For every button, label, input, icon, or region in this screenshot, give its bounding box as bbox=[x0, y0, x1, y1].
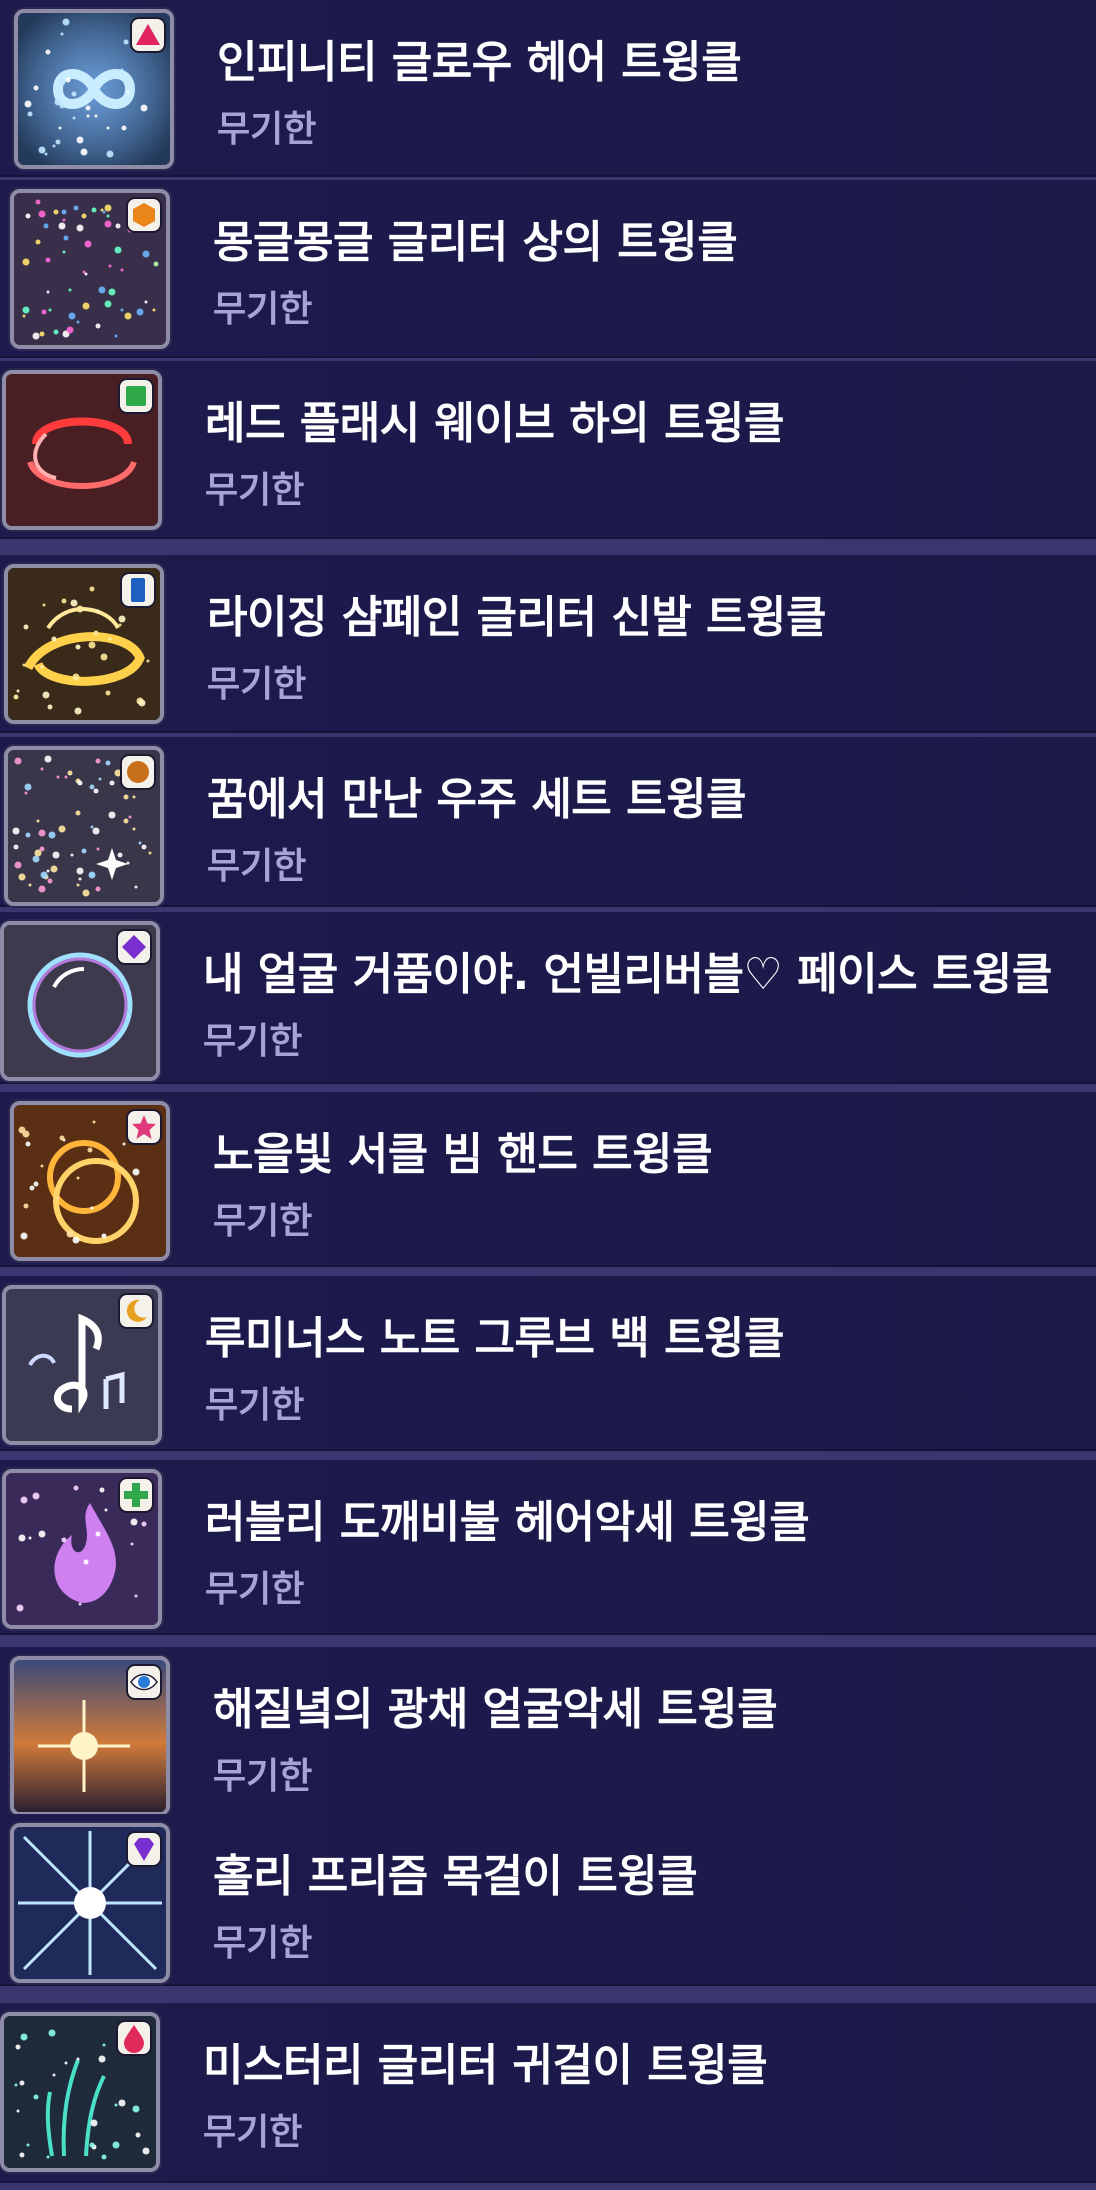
item-duration: 무기한 bbox=[207, 664, 307, 705]
item-name: 몽글몽글 글리터 상의 트윙클 bbox=[213, 217, 738, 268]
green-clover-badge bbox=[120, 1479, 152, 1511]
item-name: 해질녘의 광채 얼굴악세 트윙클 bbox=[213, 1684, 778, 1735]
hexagon-gem-badge bbox=[128, 199, 160, 231]
item-name: 노을빛 서클 빔 핸드 트윙클 bbox=[213, 1129, 713, 1180]
red-flash-wave-icon bbox=[2, 370, 162, 530]
music-note-icon bbox=[2, 1285, 162, 1445]
pink-star-badge bbox=[128, 1111, 160, 1143]
sunset-radiance-icon bbox=[10, 1656, 170, 1816]
item-duration: 무기한 bbox=[213, 1923, 313, 1964]
list-item[interactable]: 내 얼굴 거품이야. 언빌리버블♡ 페이스 트윙클무기한 bbox=[0, 912, 1096, 1084]
item-duration: 무기한 bbox=[205, 1569, 305, 1610]
item-name: 러블리 도깨비불 헤어악세 트윙클 bbox=[205, 1497, 810, 1548]
list-item[interactable]: 레드 플래시 웨이브 하의 트윙클무기한 bbox=[0, 361, 1096, 539]
purple-gem-badge bbox=[128, 1833, 160, 1865]
cosmic-sparkles-icon bbox=[4, 746, 164, 906]
sunset-circle-beam-icon bbox=[10, 1101, 170, 1261]
pink-drop-gem-badge bbox=[118, 2022, 150, 2054]
list-item[interactable]: 홀리 프리즘 목걸이 트윙클무기한 bbox=[0, 1814, 1096, 1986]
item-name: 인피니티 글로우 헤어 트윙클 bbox=[217, 37, 742, 88]
item-name: 꿈에서 만난 우주 세트 트윙클 bbox=[207, 774, 747, 825]
item-duration: 무기한 bbox=[213, 289, 313, 330]
holy-prism-burst-icon bbox=[10, 1823, 170, 1983]
champagne-swirl-icon bbox=[4, 564, 164, 724]
item-duration: 무기한 bbox=[203, 1021, 303, 1062]
item-name: 미스터리 글리터 귀걸이 트윙클 bbox=[203, 2040, 768, 2091]
list-item[interactable]: 꿈에서 만난 우주 세트 트윙클무기한 bbox=[0, 737, 1096, 907]
item-duration: 무기한 bbox=[207, 846, 307, 887]
item-name: 홀리 프리즘 목걸이 트윙클 bbox=[213, 1851, 698, 1902]
purple-diamond-gem-badge bbox=[118, 931, 150, 963]
item-duration: 무기한 bbox=[213, 1756, 313, 1797]
crescent-moon-badge bbox=[120, 1295, 152, 1327]
pink-flame-icon bbox=[2, 1469, 162, 1629]
list-item[interactable]: 몽글몽글 글리터 상의 트윙클무기한 bbox=[0, 180, 1096, 358]
amber-round-gem-badge bbox=[122, 756, 154, 788]
item-name: 내 얼굴 거품이야. 언빌리버블♡ 페이스 트윙클 bbox=[203, 949, 1052, 1000]
list-item[interactable]: 러블리 도깨비불 헤어악세 트윙클무기한 bbox=[0, 1460, 1096, 1635]
item-list: 인피니티 글로우 헤어 트윙클 무기한 몽글몽글 글리터 상의 트윙클 무기한 레드 … bbox=[0, 0, 1096, 2190]
list-item[interactable]: 라이징 샴페인 글리터 신발 트윙클무기한 bbox=[0, 555, 1096, 733]
bubble-icon bbox=[0, 921, 160, 1081]
blue-eye-badge bbox=[128, 1666, 160, 1698]
infinity-glow-icon bbox=[14, 9, 174, 169]
list-item[interactable]: 노을빛 서클 빔 핸드 트윙클무기한 bbox=[0, 1092, 1096, 1267]
triangle-gem-badge bbox=[132, 19, 164, 51]
item-duration: 무기한 bbox=[205, 470, 305, 511]
list-item[interactable]: 인피니티 글로우 헤어 트윙클무기한 bbox=[0, 0, 1096, 177]
teal-glitter-icon bbox=[0, 2012, 160, 2172]
item-duration: 무기한 bbox=[217, 109, 317, 150]
list-item[interactable]: 미스터리 글리터 귀걸이 트윙클무기한 bbox=[0, 2003, 1096, 2183]
item-duration: 무기한 bbox=[205, 1385, 305, 1426]
item-name: 레드 플래시 웨이브 하의 트윙클 bbox=[205, 398, 785, 449]
list-item[interactable]: 루미너스 노트 그루브 백 트윙클무기한 bbox=[0, 1276, 1096, 1451]
green-square-gem-badge bbox=[120, 380, 152, 412]
blue-rectangle-gem-badge bbox=[122, 574, 154, 606]
item-name: 루미너스 노트 그루브 백 트윙클 bbox=[205, 1313, 785, 1364]
item-name: 라이징 샴페인 글리터 신발 트윙클 bbox=[207, 592, 827, 643]
item-duration: 무기한 bbox=[203, 2112, 303, 2153]
colorful-glitter-dots-icon bbox=[10, 189, 170, 349]
list-item[interactable]: 해질녘의 광채 얼굴악세 트윙클무기한 bbox=[0, 1647, 1096, 1822]
item-duration: 무기한 bbox=[213, 1201, 313, 1242]
